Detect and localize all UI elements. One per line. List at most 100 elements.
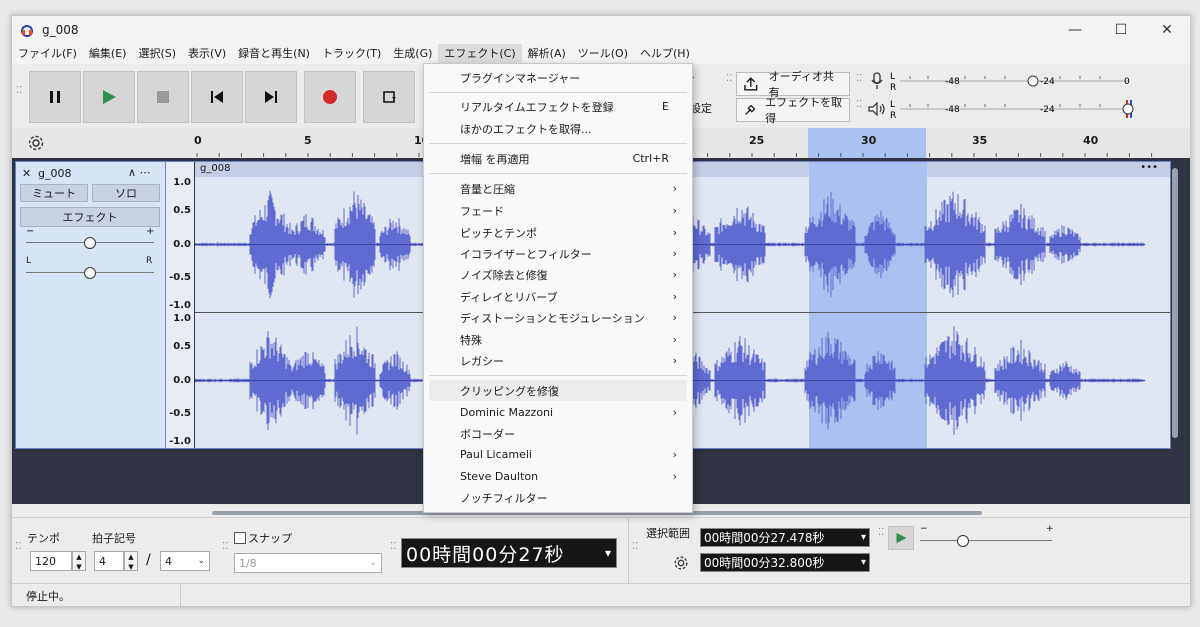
grip-tempo[interactable]: ⁚⁚: [15, 542, 21, 558]
svg-text:-24: -24: [1040, 77, 1055, 87]
selection-start-display[interactable]: 00時間00分27.478秒 ▾: [700, 528, 870, 547]
submenu-arrow-icon: ›: [672, 226, 677, 239]
numerator-stepper[interactable]: ▲ ▼: [124, 551, 138, 571]
solo-button[interactable]: ソロ: [92, 184, 160, 202]
pan-slider-thumb[interactable]: [84, 267, 96, 279]
menu-item-1[interactable]: 編集(E): [83, 44, 133, 64]
tempo-stepper[interactable]: ▲ ▼: [72, 551, 86, 571]
grip-play-at-speed[interactable]: ⁚⁚: [878, 528, 884, 544]
skip-to-start-button[interactable]: [191, 71, 243, 123]
snap-select[interactable]: 1/8 ⌄: [234, 553, 382, 573]
effect-menu-item-11[interactable]: 特殊 ›: [429, 329, 687, 350]
effect-menu-item-12[interactable]: レガシー ›: [429, 350, 687, 371]
track-close-icon[interactable]: ✕: [22, 167, 31, 180]
menu-item-8[interactable]: 解析(A): [522, 44, 572, 64]
scale-label: 0.0: [173, 374, 191, 386]
effect-menu-item-10[interactable]: ディストーションとモジュレーション ›: [429, 307, 687, 328]
menu-item-5[interactable]: トラック(T): [316, 44, 387, 64]
grip-record-meter[interactable]: ⁚⁚: [856, 74, 862, 90]
effect-menu-item-14[interactable]: Dominic Mazzoni ›: [429, 402, 687, 423]
get-effects-button[interactable]: エフェクトを取得: [736, 96, 850, 125]
pause-button[interactable]: [29, 71, 81, 123]
svg-text:-48: -48: [945, 105, 960, 115]
loop-button[interactable]: [363, 71, 415, 123]
menu-item-6[interactable]: 生成(G): [387, 44, 438, 64]
maximize-button[interactable]: ☐: [1098, 16, 1144, 44]
track-name[interactable]: g_008: [38, 167, 71, 180]
play-at-speed-button[interactable]: [888, 526, 914, 550]
menu-item-10[interactable]: ヘルプ(H): [634, 44, 696, 64]
menu-item-7[interactable]: エフェクト(C): [438, 44, 522, 64]
speed-slider[interactable]: [920, 540, 1052, 541]
tempo-input[interactable]: 120: [30, 551, 72, 571]
record-meter[interactable]: L R -48 -24 0: [890, 70, 1135, 93]
audio-share-button[interactable]: オーディオ共有: [736, 70, 850, 99]
effect-menu-item-18[interactable]: ノッチフィルター: [429, 487, 687, 508]
selection-gear-icon[interactable]: [672, 554, 690, 572]
speed-slider-thumb[interactable]: [957, 535, 969, 547]
grip-selection[interactable]: ⁚⁚: [632, 542, 638, 558]
submenu-arrow-icon: ›: [672, 448, 677, 461]
record-button[interactable]: [304, 71, 356, 123]
effect-menu-item-15[interactable]: ボコーダー: [429, 423, 687, 444]
time-signature-numerator[interactable]: 4: [94, 551, 124, 571]
gear-icon[interactable]: [26, 133, 46, 153]
menu-item-2[interactable]: 選択(S): [132, 44, 182, 64]
close-window-button[interactable]: ✕: [1144, 16, 1190, 44]
grip-share[interactable]: ⁚⁚: [726, 74, 732, 90]
mute-button[interactable]: ミュート: [20, 184, 88, 202]
track-control-panel[interactable]: ✕ g_008 ∧ ⋯ ミュート ソロ エフェクト − + L R: [15, 161, 166, 449]
effect-menu-item-8[interactable]: ノイズ除去と修復 ›: [429, 264, 687, 285]
clip-menu-icon[interactable]: •••: [1140, 162, 1158, 173]
effect-menu-item-label: 特殊: [460, 333, 482, 347]
grip-time[interactable]: ⁚⁚: [390, 542, 396, 558]
stop-icon: [157, 91, 169, 103]
pan-right-label: R: [146, 256, 153, 266]
scale-label: 0.0: [173, 238, 191, 250]
effects-button[interactable]: エフェクト: [20, 207, 160, 227]
menu-item-9[interactable]: ツール(O): [572, 44, 634, 64]
effect-menu-item-2[interactable]: ほかのエフェクトを取得...: [429, 118, 687, 139]
effect-menu-item-3[interactable]: 増幅 を再適用 Ctrl+R: [429, 148, 687, 169]
track-menu-icon[interactable]: ∧ ⋯: [128, 166, 151, 179]
effect-menu-item-4[interactable]: 音量と圧縮 ›: [429, 178, 687, 199]
speaker-icon[interactable]: [868, 102, 886, 116]
menu-item-4[interactable]: 録音と再生(N): [232, 44, 316, 64]
effect-menu-item-0[interactable]: プラグインマネージャー: [429, 67, 687, 88]
minimize-button[interactable]: —: [1052, 16, 1098, 44]
ruler-tick-label: 0: [194, 134, 202, 147]
vertical-scrollbar[interactable]: [1172, 168, 1178, 438]
time-display[interactable]: 00時間00分27秒 ▾: [401, 538, 617, 568]
selection-end-display[interactable]: 00時間00分32.800秒 ▾: [700, 553, 870, 572]
submenu-arrow-icon: ›: [672, 311, 677, 324]
snap-checkbox[interactable]: [234, 532, 246, 544]
chevron-down-icon[interactable]: ▾: [861, 532, 866, 543]
stop-button[interactable]: [137, 71, 189, 123]
skip-to-end-button[interactable]: [245, 71, 297, 123]
gain-slider-thumb[interactable]: [84, 237, 96, 249]
play-button[interactable]: [83, 71, 135, 123]
scale-label: -1.0: [169, 436, 191, 447]
effect-menu-item-17[interactable]: Steve Daulton ›: [429, 466, 687, 487]
toolbar-grip[interactable]: ⁚⁚: [16, 86, 22, 102]
time-format-dropdown-icon[interactable]: ▾: [605, 546, 612, 560]
menu-item-3[interactable]: 表示(V): [182, 44, 232, 64]
grip-snap[interactable]: ⁚⁚: [222, 542, 228, 558]
effect-menu-dropdown: プラグインマネージャー リアルタイムエフェクトを登録 E ほかのエフェクトを取得...…: [423, 63, 693, 513]
effect-menu-item-16[interactable]: Paul Licameli ›: [429, 444, 687, 465]
clip-name: g_008: [200, 163, 231, 174]
microphone-icon[interactable]: [870, 72, 884, 90]
effect-menu-item-1[interactable]: リアルタイムエフェクトを登録 E: [429, 96, 687, 117]
menu-item-0[interactable]: ファイル(F): [12, 44, 83, 64]
playback-meter[interactable]: L R -48 -24: [890, 98, 1135, 121]
chevron-down-icon[interactable]: ▾: [861, 557, 866, 568]
effect-menu-item-6[interactable]: ピッチとテンポ ›: [429, 222, 687, 243]
effect-menu-item-13[interactable]: クリッピングを修復: [429, 380, 687, 401]
effect-menu-item-9[interactable]: ディレイとリバーブ ›: [429, 286, 687, 307]
menu-separator: [429, 375, 687, 376]
time-signature-label: 拍子記号: [92, 532, 136, 545]
time-signature-denominator[interactable]: 4 ⌄: [160, 551, 210, 571]
effect-menu-item-5[interactable]: フェード ›: [429, 200, 687, 221]
effect-menu-item-7[interactable]: イコライザーとフィルター ›: [429, 243, 687, 264]
grip-play-meter[interactable]: ⁚⁚: [856, 100, 862, 116]
